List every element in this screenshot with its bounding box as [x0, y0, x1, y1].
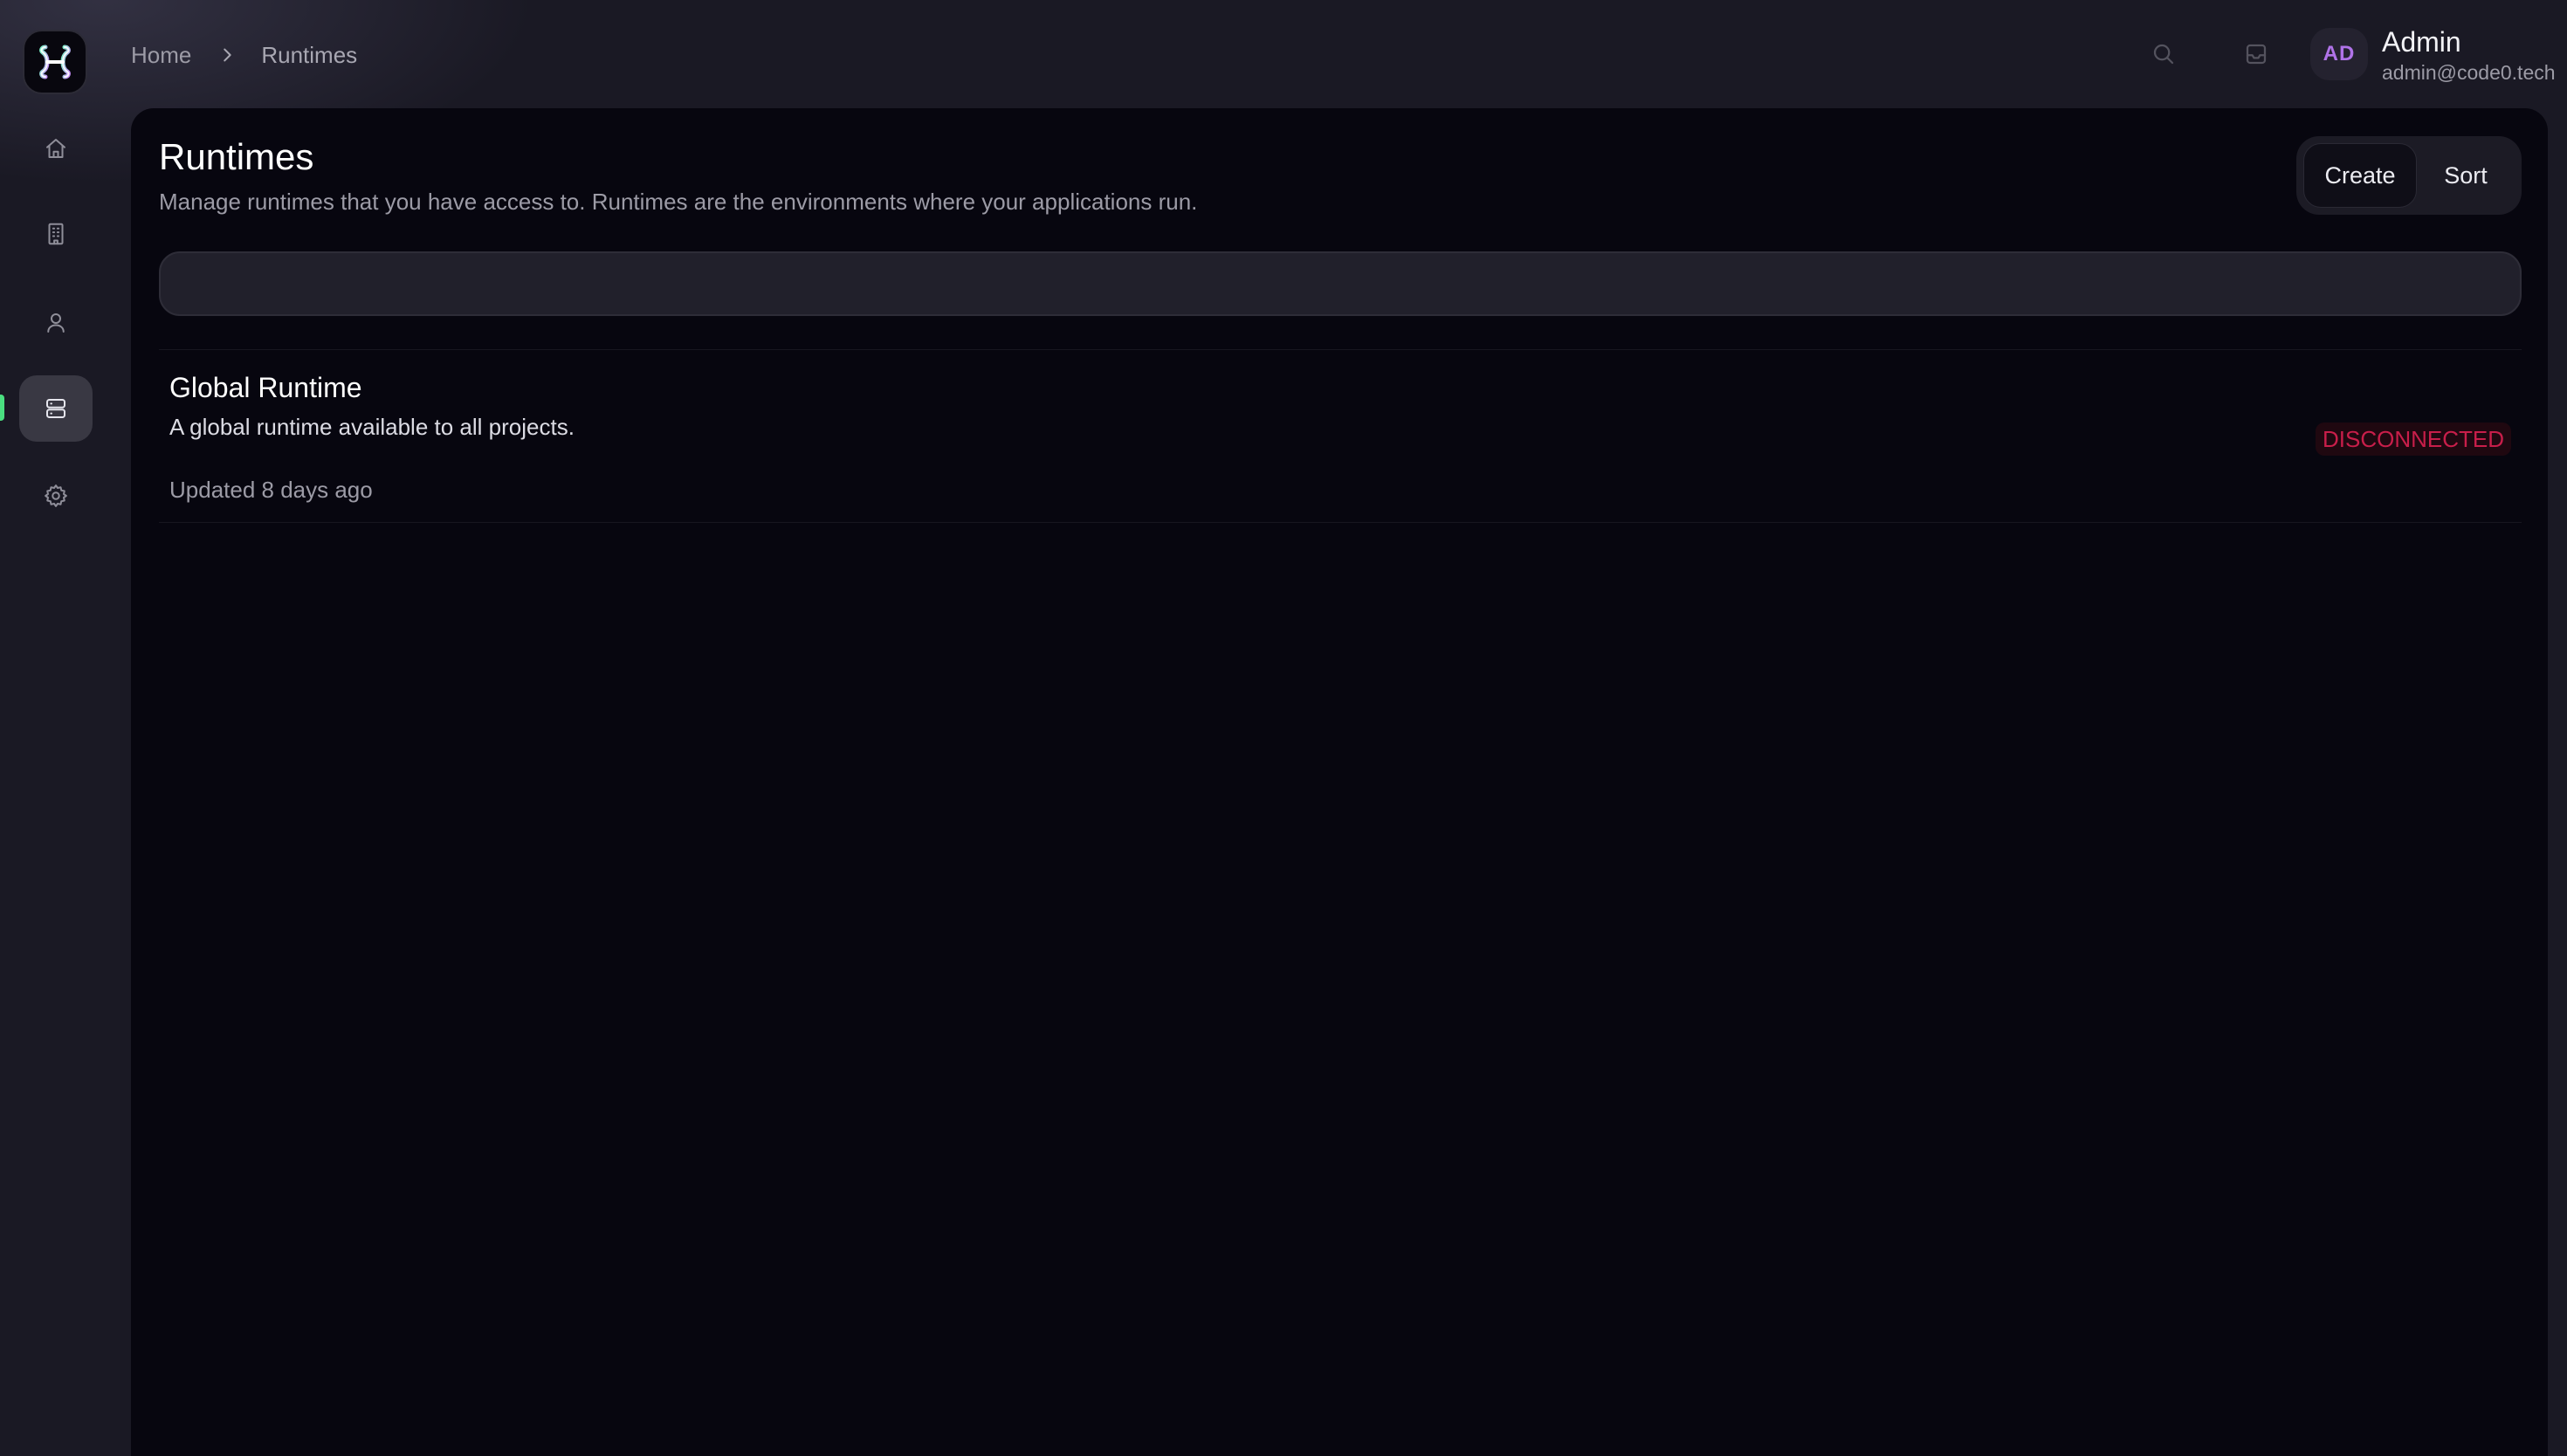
app-root: Home Runtimes AD Admin admin@code0.tech …: [0, 0, 2567, 1456]
gear-icon: [45, 484, 67, 507]
breadcrumb-current: Runtimes: [261, 41, 358, 68]
user-name: Admin: [2382, 26, 2461, 58]
search-icon[interactable]: [2148, 38, 2179, 70]
avatar[interactable]: AD: [2310, 28, 2368, 80]
user-icon: [47, 313, 65, 333]
breadcrumb-home[interactable]: Home: [131, 42, 191, 69]
sidebar-item-home[interactable]: [19, 115, 93, 182]
sort-button[interactable]: Sort: [2417, 143, 2515, 208]
runtime-list-item[interactable]: Global Runtime A global runtime availabl…: [159, 351, 2522, 520]
runtime-name: Global Runtime: [169, 372, 362, 403]
sidebar-item-settings[interactable]: [19, 463, 93, 529]
main-panel: Runtimes Manage runtimes that you have a…: [131, 108, 2548, 1456]
active-nav-indicator: [0, 395, 4, 421]
search-input[interactable]: [159, 251, 2522, 316]
list-divider-bottom: [159, 522, 2522, 523]
breadcrumb: Home Runtimes: [131, 40, 357, 70]
user-email: admin@code0.tech: [2382, 61, 2556, 84]
page-description: Manage runtimes that you have access to.…: [159, 189, 1198, 215]
sidebar-item-users[interactable]: [19, 290, 93, 356]
home-icon: [46, 139, 65, 158]
code0-logo-icon[interactable]: [23, 30, 87, 94]
create-button[interactable]: Create: [2303, 143, 2417, 208]
sidebar-item-runtimes[interactable]: [19, 375, 93, 442]
list-divider-top: [159, 349, 2522, 350]
sidebar: [0, 0, 131, 1456]
server-icon: [46, 399, 65, 418]
action-button-group: Create Sort: [2296, 136, 2522, 215]
page-title: Runtimes: [159, 136, 314, 177]
runtime-updated: Updated 8 days ago: [169, 477, 373, 503]
sidebar-item-organizations[interactable]: [19, 201, 93, 267]
status-badge: DISCONNECTED: [2315, 422, 2511, 456]
building-icon: [48, 223, 64, 245]
chevron-right-icon: [217, 45, 237, 65]
inbox-icon[interactable]: [2240, 38, 2272, 70]
runtime-description: A global runtime available to all projec…: [169, 414, 575, 440]
